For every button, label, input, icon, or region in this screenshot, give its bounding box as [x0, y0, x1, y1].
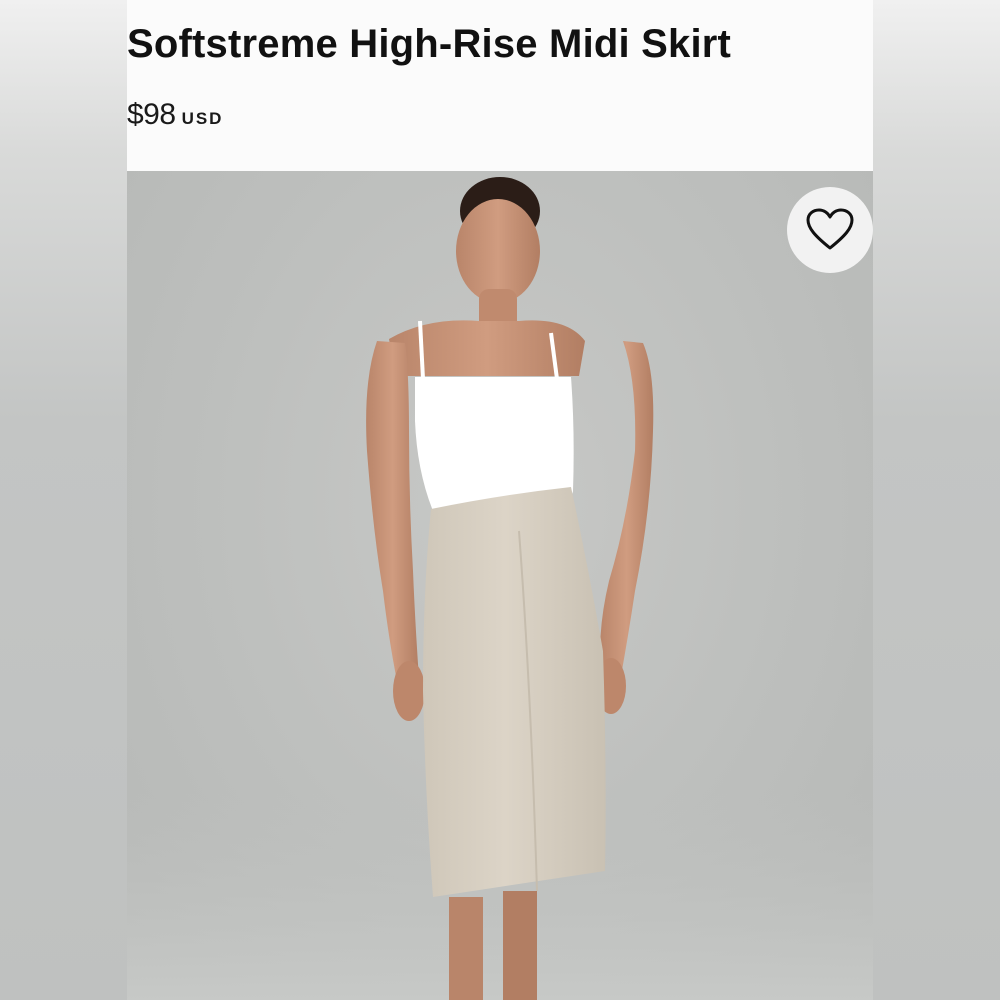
product-image[interactable] — [127, 171, 873, 1000]
price-row: $98 USD — [127, 98, 223, 132]
screenshot-frame: Softstreme High-Rise Midi Skirt $98 USD — [0, 0, 1000, 1000]
product-header: Softstreme High-Rise Midi Skirt $98 USD — [127, 0, 873, 171]
left-backdrop — [0, 0, 127, 1000]
product-title: Softstreme High-Rise Midi Skirt — [127, 22, 732, 66]
price-currency: USD — [181, 109, 224, 128]
product-card: Softstreme High-Rise Midi Skirt $98 USD — [127, 0, 873, 1000]
favorite-button[interactable] — [787, 187, 873, 273]
heart-icon — [806, 208, 854, 250]
model-illustration — [127, 177, 873, 1000]
product-price: $98 — [127, 98, 176, 131]
right-backdrop — [873, 0, 1000, 1000]
